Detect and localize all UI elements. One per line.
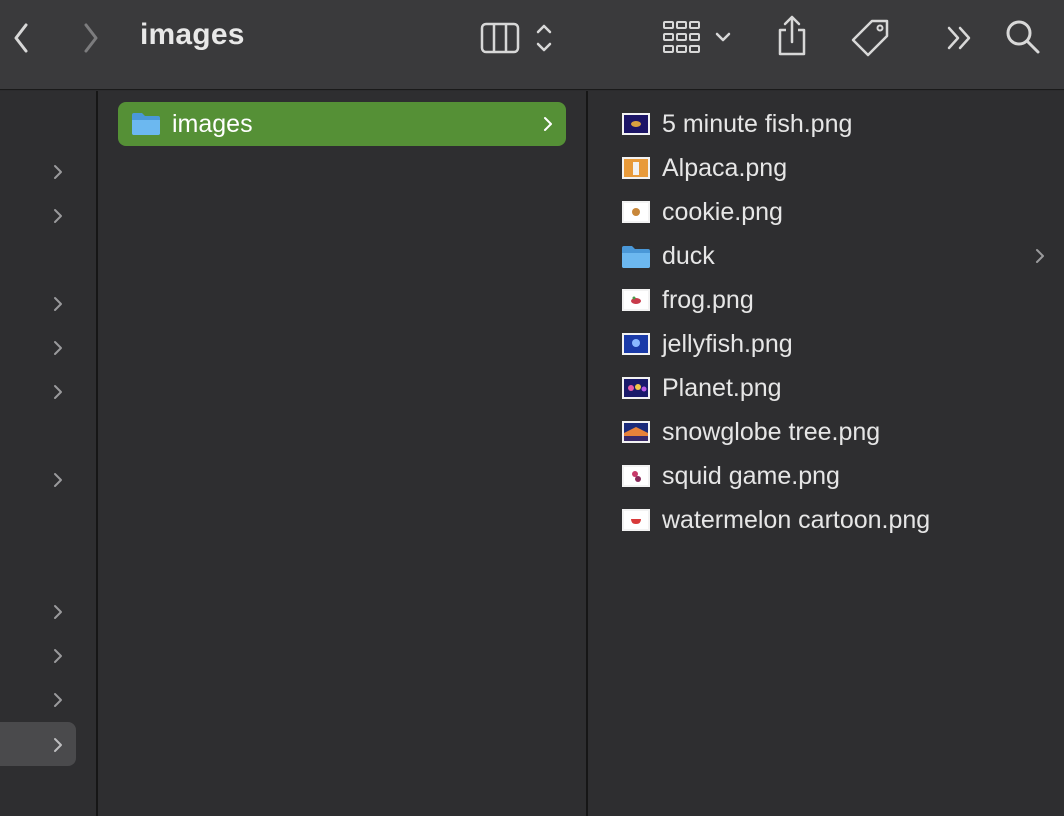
image-thumbnail-icon — [622, 509, 650, 531]
file-row[interactable]: cookie.png — [588, 190, 1064, 234]
selected-folder-label: images — [172, 110, 253, 138]
chevron-right-icon — [54, 297, 62, 311]
tag-button[interactable] — [850, 18, 894, 58]
file-row[interactable]: squid game.png — [588, 454, 1064, 498]
file-row[interactable]: snowglobe tree.png — [588, 410, 1064, 454]
column-1[interactable] — [0, 91, 96, 816]
file-row[interactable]: Planet.png — [588, 366, 1064, 410]
chevron-right-icon — [54, 605, 62, 619]
folder-row[interactable]: duck — [588, 234, 1064, 278]
image-thumbnail-icon — [622, 465, 650, 487]
file-row[interactable]: watermelon cartoon.png — [588, 498, 1064, 542]
file-row[interactable]: 5 minute fish.png — [588, 102, 1064, 146]
folder-icon — [622, 246, 650, 268]
column-1-row[interactable] — [0, 325, 76, 369]
column-view-icon — [480, 22, 552, 54]
image-thumbnail-icon — [622, 113, 650, 135]
chevron-right-icon — [54, 209, 62, 223]
file-row[interactable]: frog.png — [588, 278, 1064, 322]
share-icon — [778, 15, 806, 56]
file-row[interactable]: Alpaca.png — [588, 146, 1064, 190]
share-button[interactable] — [774, 14, 810, 58]
image-thumbnail-icon — [622, 157, 650, 179]
column-1-row[interactable] — [0, 369, 76, 413]
chevron-left-icon — [14, 23, 28, 53]
column-3[interactable]: 5 minute fish.png Alpaca.png cookie.png … — [588, 91, 1064, 816]
file-label: snowglobe tree.png — [662, 418, 881, 446]
search-icon — [1006, 20, 1040, 54]
more-toolbar-button[interactable] — [944, 22, 976, 54]
chevron-right-icon — [54, 693, 62, 707]
double-chevron-icon — [947, 26, 971, 50]
folder-icon — [132, 113, 160, 135]
tag-icon — [851, 19, 889, 57]
grid-group-icon — [663, 21, 731, 53]
group-button[interactable] — [660, 18, 738, 58]
file-row[interactable]: jellyfish.png — [588, 322, 1064, 366]
chevron-right-icon — [54, 341, 62, 355]
file-label: cookie.png — [662, 198, 783, 226]
back-button[interactable] — [6, 20, 36, 56]
view-mode-button[interactable] — [478, 20, 568, 56]
column-1-row-selected[interactable] — [0, 722, 76, 766]
file-label: jellyfish.png — [662, 330, 793, 358]
chevron-right-icon — [54, 473, 62, 487]
file-label: watermelon cartoon.png — [662, 506, 931, 534]
toolbar: images — [0, 0, 1064, 90]
chevron-right-icon — [54, 385, 62, 399]
chevron-right-icon — [544, 117, 552, 131]
column-1-row[interactable] — [0, 281, 76, 325]
column-1-row[interactable] — [0, 457, 76, 501]
image-thumbnail-icon — [622, 201, 650, 223]
column-1-row[interactable] — [0, 193, 76, 237]
image-thumbnail-icon — [622, 333, 650, 355]
chevron-right-icon — [54, 738, 62, 752]
search-button[interactable] — [1004, 18, 1042, 56]
column-1-row[interactable] — [0, 589, 76, 633]
image-thumbnail-icon — [622, 289, 650, 311]
column-1-row[interactable] — [0, 633, 76, 677]
image-thumbnail-icon — [622, 421, 650, 443]
column-1-row[interactable] — [0, 677, 76, 721]
folder-label: duck — [662, 242, 715, 270]
chevron-right-icon — [1036, 249, 1044, 263]
file-label: 5 minute fish.png — [662, 110, 853, 138]
chevron-right-icon — [54, 165, 62, 179]
forward-button[interactable] — [76, 20, 106, 56]
file-label: Alpaca.png — [662, 154, 788, 182]
image-thumbnail-icon — [622, 377, 650, 399]
chevron-right-icon — [54, 649, 62, 663]
window-title: images — [140, 18, 245, 51]
chevron-right-icon — [84, 23, 98, 53]
file-label: frog.png — [662, 286, 754, 314]
file-label: Planet.png — [662, 374, 782, 402]
selected-folder-row[interactable]: images — [118, 102, 566, 146]
file-label: squid game.png — [662, 462, 840, 490]
column-2[interactable]: images — [98, 91, 586, 816]
column-1-row[interactable] — [0, 149, 76, 193]
